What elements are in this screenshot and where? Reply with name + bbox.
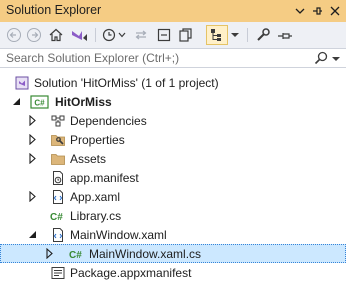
solution-icon bbox=[14, 75, 30, 91]
properties-wrench-icon bbox=[257, 28, 270, 41]
title-bar: Solution Explorer bbox=[0, 0, 346, 22]
home-icon bbox=[49, 28, 63, 42]
tree-item-label: MainWindow.xaml bbox=[70, 228, 167, 242]
collapsed-arrow-icon[interactable] bbox=[28, 133, 38, 146]
dependencies-icon bbox=[50, 113, 66, 129]
tree-item-solution[interactable]: Solution 'HitOrMiss' (1 of 1 project) bbox=[0, 73, 346, 92]
xaml-file-icon bbox=[50, 189, 66, 205]
tree-item-label: app.manifest bbox=[70, 171, 139, 185]
sync-button[interactable] bbox=[131, 25, 151, 45]
preview-selected-items-button[interactable] bbox=[275, 25, 295, 45]
tree-item-label: Library.cs bbox=[70, 209, 122, 223]
expanded-arrow-icon[interactable] bbox=[12, 96, 22, 107]
toolbar-separator bbox=[247, 28, 248, 42]
tree-item-library-cs[interactable]: C# Library.cs bbox=[0, 206, 346, 225]
csharp-file-icon: C# bbox=[69, 246, 87, 262]
search-input[interactable]: Search Solution Explorer (Ctrl+;) bbox=[6, 51, 179, 65]
close-icon[interactable] bbox=[327, 2, 343, 20]
tree-item-mainwindow-xaml[interactable]: MainWindow.xaml bbox=[0, 225, 346, 244]
chevron-down-icon bbox=[231, 33, 239, 37]
folder-icon bbox=[50, 151, 66, 167]
collapse-all-button[interactable] bbox=[154, 25, 174, 45]
pin-icon[interactable] bbox=[309, 2, 325, 20]
tree-item-label: Dependencies bbox=[70, 114, 147, 128]
properties-folder-icon bbox=[50, 132, 66, 148]
collapse-icon bbox=[157, 28, 171, 42]
search-box[interactable]: Search Solution Explorer (Ctrl+;) bbox=[0, 48, 346, 68]
collapsed-arrow-icon[interactable] bbox=[28, 114, 38, 127]
collapsed-arrow-icon[interactable] bbox=[45, 247, 55, 260]
manifest-file-icon bbox=[50, 170, 66, 186]
tree-item-label: Package.appxmanifest bbox=[70, 266, 192, 280]
tree-item-dependencies[interactable]: Dependencies bbox=[0, 111, 346, 130]
tree-item-properties[interactable]: Properties bbox=[0, 130, 346, 149]
forward-icon bbox=[27, 28, 41, 42]
vs-icon bbox=[72, 31, 87, 41]
pin-icon bbox=[278, 33, 292, 39]
history-icon bbox=[102, 28, 126, 42]
tree-item-package-manifest[interactable]: Package.appxmanifest bbox=[0, 263, 346, 282]
back-button[interactable] bbox=[5, 25, 23, 45]
tree-item-label: App.xaml bbox=[70, 190, 121, 204]
tree-item-label: Properties bbox=[70, 133, 125, 147]
sync-icon bbox=[135, 30, 147, 40]
svg-text:C#: C# bbox=[34, 99, 45, 108]
home-button[interactable] bbox=[46, 25, 66, 45]
toolbar bbox=[0, 22, 346, 48]
tree-item-label: MainWindow.xaml.cs bbox=[89, 247, 202, 261]
view-options-dropdown[interactable] bbox=[229, 25, 241, 45]
tree-item-app-xaml[interactable]: App.xaml bbox=[0, 187, 346, 206]
search-options-dropdown-icon[interactable] bbox=[331, 51, 341, 65]
pending-changes-filter-button[interactable] bbox=[100, 25, 128, 45]
switch-views-button[interactable] bbox=[68, 25, 90, 45]
view-class-diagram-button[interactable] bbox=[206, 25, 228, 45]
collapsed-arrow-icon[interactable] bbox=[28, 190, 38, 203]
tree-item-assets[interactable]: Assets bbox=[0, 149, 346, 168]
window-position-dropdown-icon[interactable] bbox=[292, 2, 308, 20]
expanded-arrow-icon[interactable] bbox=[28, 229, 38, 240]
library-badge: C# bbox=[50, 212, 63, 223]
mainwindow-cs-badge: C# bbox=[69, 250, 82, 261]
show-all-files-icon bbox=[211, 29, 221, 41]
csharp-project-icon: C# bbox=[30, 94, 50, 110]
tree-item-project[interactable]: C# HitOrMiss bbox=[0, 92, 346, 111]
xaml-file-icon bbox=[50, 227, 66, 243]
back-icon bbox=[7, 28, 21, 42]
properties-button[interactable] bbox=[253, 25, 273, 45]
tree-item-app-manifest[interactable]: app.manifest bbox=[0, 168, 346, 187]
package-manifest-icon bbox=[50, 265, 66, 281]
copy-icon bbox=[179, 28, 192, 42]
tree-item-label: Solution 'HitOrMiss' (1 of 1 project) bbox=[34, 76, 219, 90]
tree-item-label: HitOrMiss bbox=[55, 95, 112, 109]
forward-button[interactable] bbox=[25, 25, 43, 45]
csharp-file-icon: C# bbox=[50, 208, 68, 224]
search-icon[interactable] bbox=[314, 51, 328, 65]
collapsed-arrow-icon[interactable] bbox=[28, 152, 38, 165]
toolbar-separator bbox=[95, 28, 96, 42]
tree-item-label: Assets bbox=[70, 152, 107, 166]
show-all-files-button[interactable] bbox=[176, 25, 196, 45]
tree-item-mainwindow-cs[interactable]: C# MainWindow.xaml.cs bbox=[0, 244, 346, 263]
window-title: Solution Explorer bbox=[6, 3, 102, 17]
